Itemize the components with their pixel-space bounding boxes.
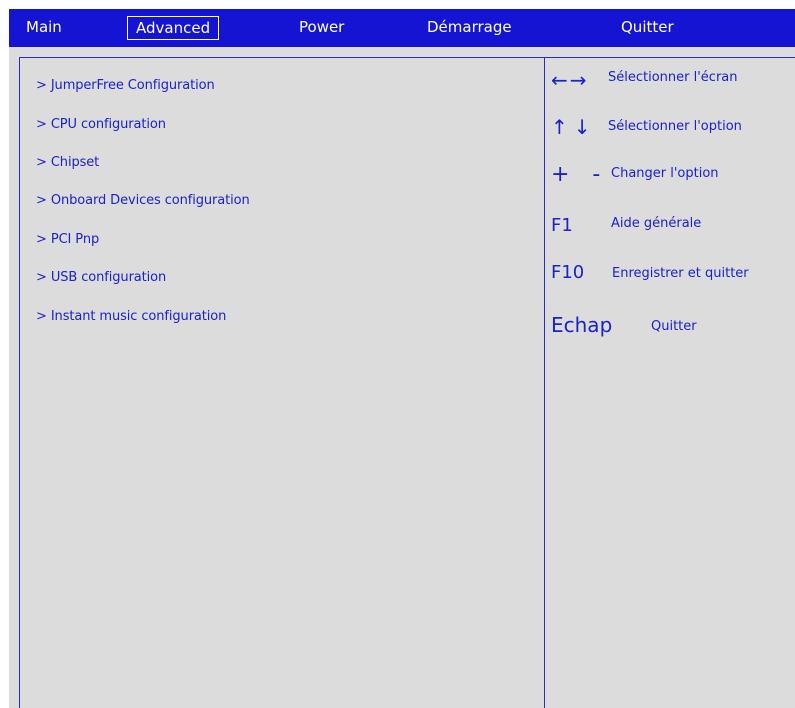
help-select-option-desc: Sélectionner l'option <box>608 119 742 134</box>
tab-quitter[interactable]: Quitter <box>621 9 674 47</box>
help-general-desc: Aide générale <box>611 216 702 231</box>
item-usb-configuration[interactable]: > USB configuration <box>36 270 166 285</box>
item-chipset[interactable]: > Chipset <box>36 155 99 170</box>
tab-power[interactable]: Power <box>299 9 344 47</box>
item-cpu-configuration[interactable]: > CPU configuration <box>36 117 166 132</box>
up-down-arrows-icon: ↑↓ <box>551 115 597 139</box>
echap-key: Echap <box>551 313 613 337</box>
help-save-exit-desc: Enregistrer et quitter <box>612 266 749 281</box>
help-select-screen-desc: Sélectionner l'écran <box>608 70 738 85</box>
item-onboard-devices-configuration[interactable]: > Onboard Devices configuration <box>36 193 250 208</box>
tab-demarrage[interactable]: Démarrage <box>427 9 512 47</box>
item-jumperfree-configuration[interactable]: > JumperFree Configuration <box>36 78 215 93</box>
item-pci-pnp[interactable]: > PCI Pnp <box>36 232 99 247</box>
help-change-option-desc: Changer l'option <box>611 166 719 181</box>
plus-minus-keys: + - <box>551 162 609 187</box>
menu-bar: Main Advanced Power Démarrage Quitter <box>9 9 795 47</box>
tab-main[interactable]: Main <box>26 9 62 47</box>
f10-key: F10 <box>551 262 585 283</box>
item-instant-music-configuration[interactable]: > Instant music configuration <box>36 309 226 324</box>
content-area: > JumperFree Configuration > CPU configu… <box>9 47 795 708</box>
tab-advanced[interactable]: Advanced <box>127 16 220 40</box>
left-right-arrows-icon: ←→ <box>551 68 589 92</box>
pane-divider <box>544 57 545 708</box>
f1-key: F1 <box>551 215 573 236</box>
help-pane-border <box>545 57 795 58</box>
help-quit-desc: Quitter <box>651 319 697 334</box>
